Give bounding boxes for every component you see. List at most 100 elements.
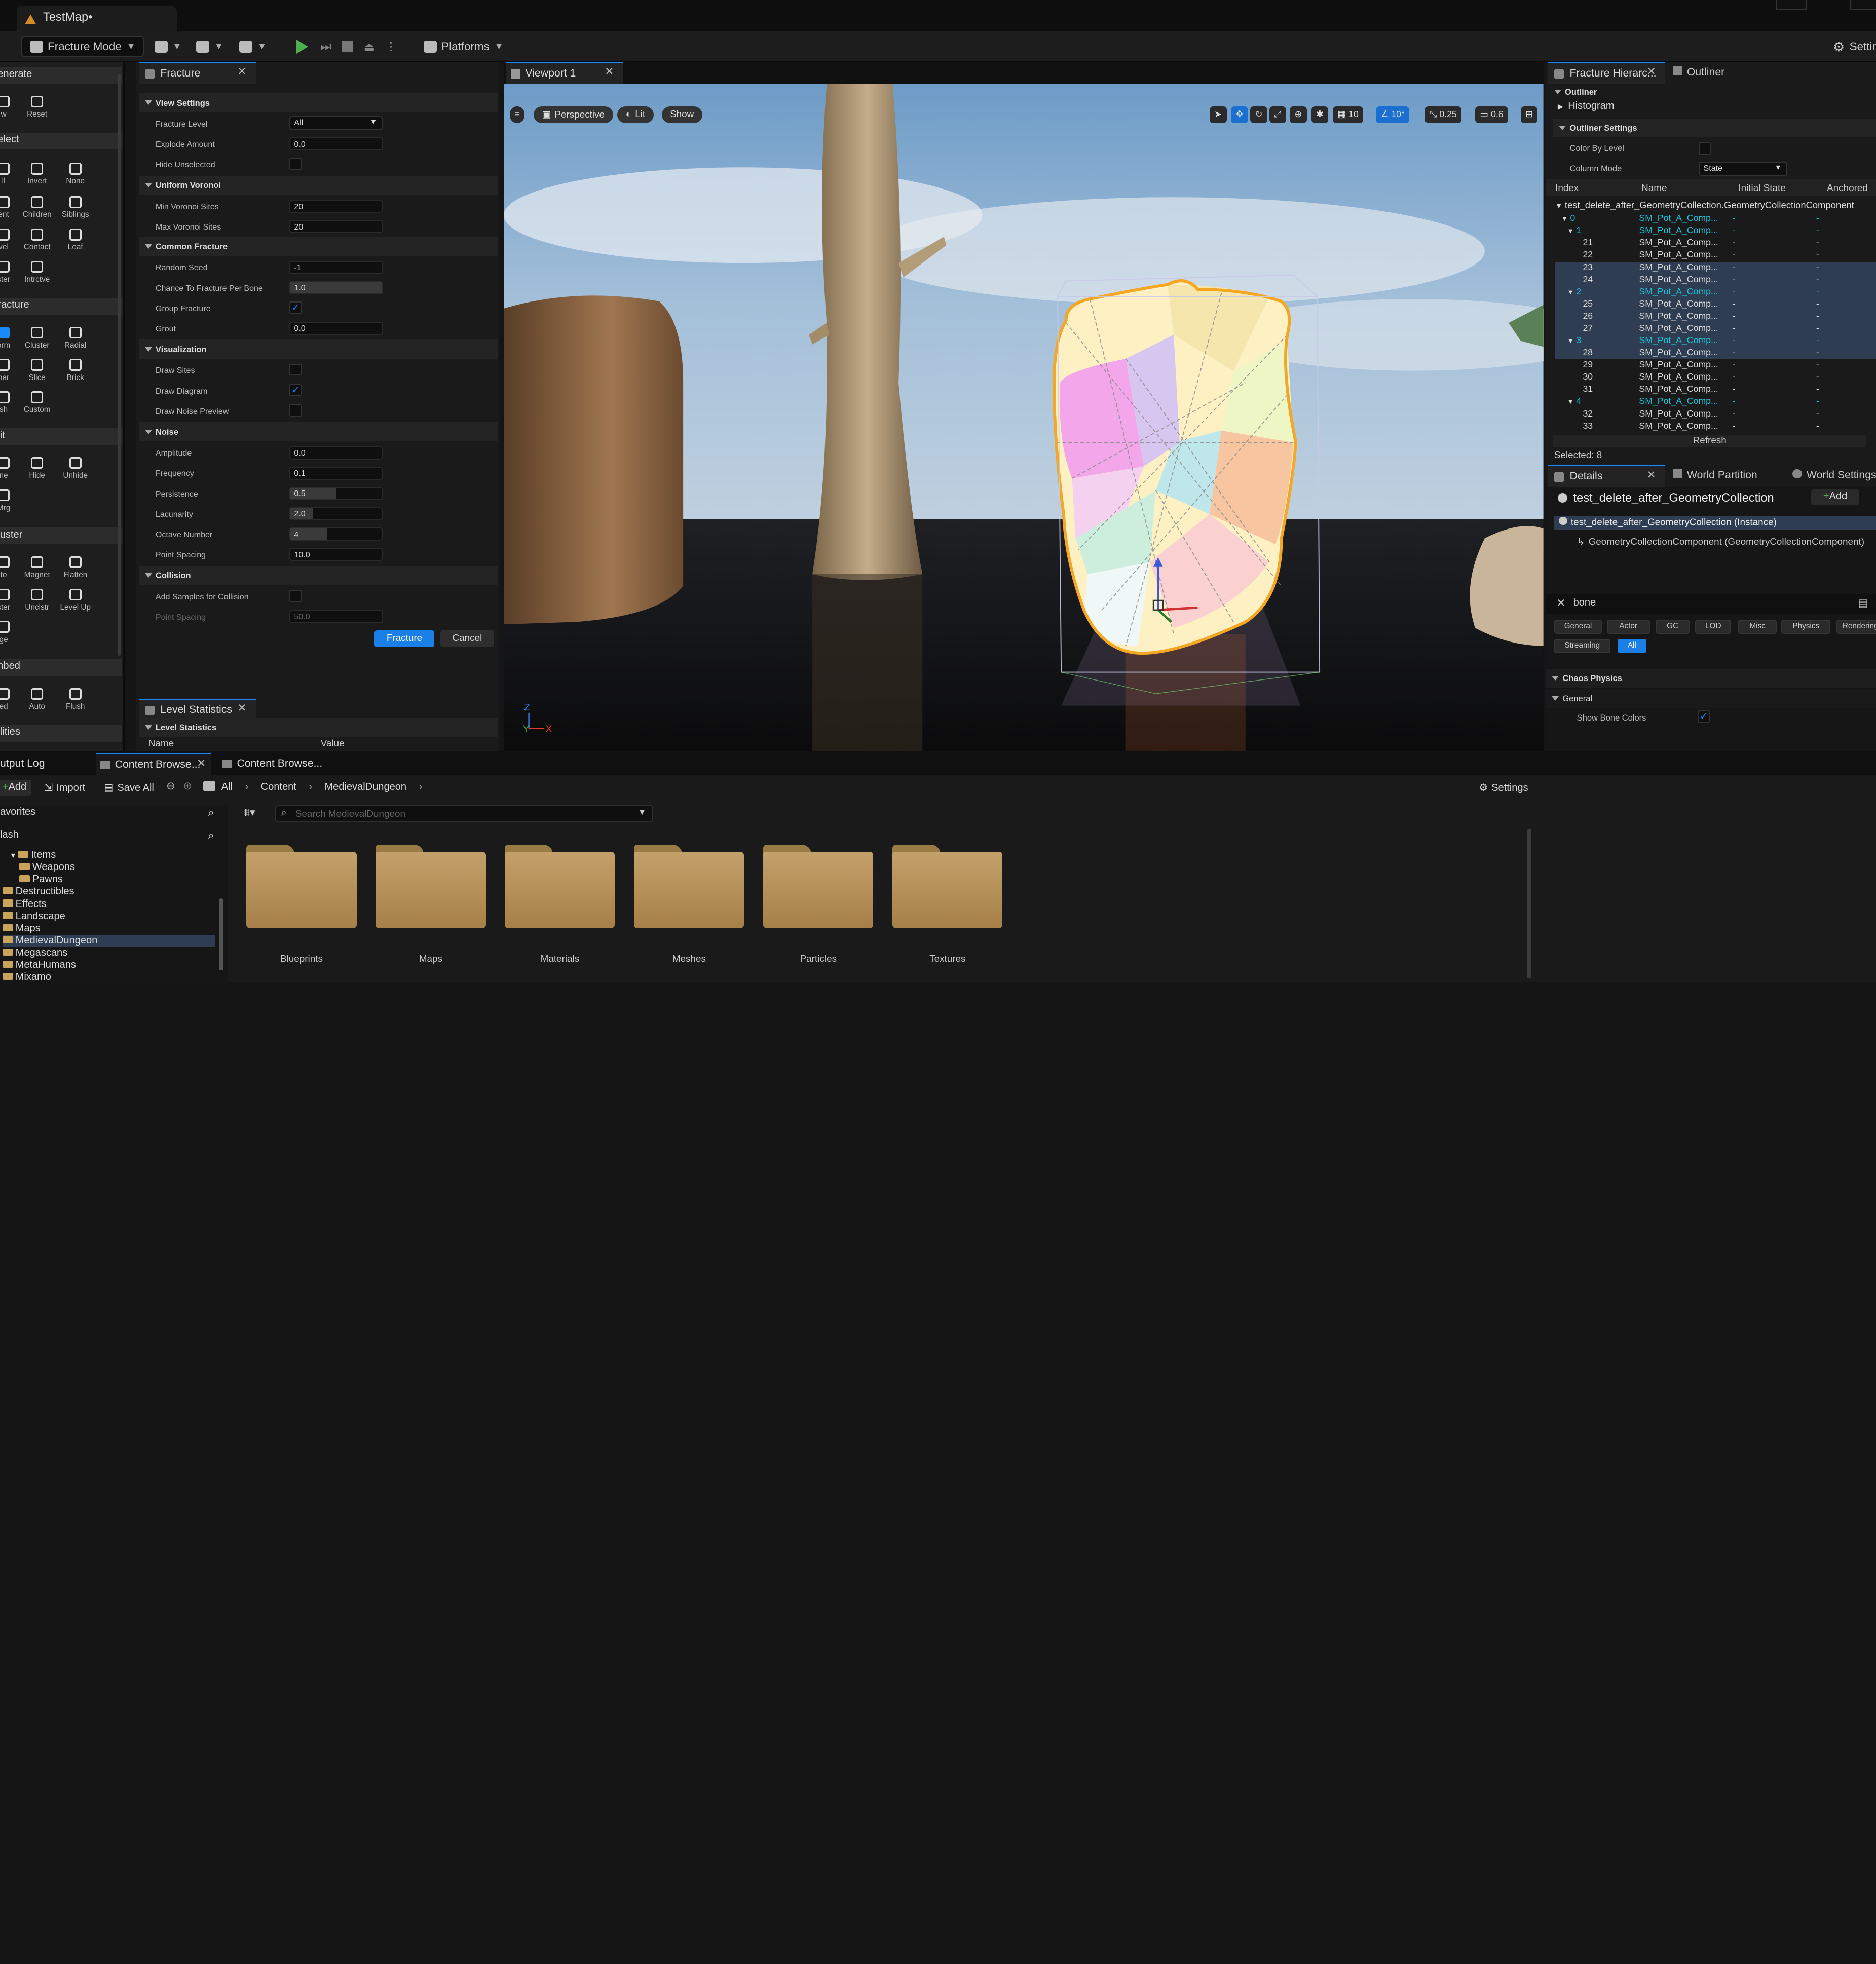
section-outliner[interactable]: Outliner (1548, 83, 1876, 102)
section-chaos-physics[interactable]: Chaos Physics (1546, 668, 1876, 688)
add-button[interactable]: +Add (0, 780, 31, 796)
hierarchy-row[interactable]: ▼ 2 SM_Pot_A_Comp... - - (1555, 286, 1876, 298)
assets-scrollbar[interactable] (1526, 829, 1531, 979)
fracture-button[interactable]: Fracture (374, 630, 434, 648)
section-noise[interactable]: Noise (138, 422, 498, 442)
outliner-tab[interactable]: Outliner (1672, 66, 1724, 79)
uniform-button[interactable]: orm (0, 326, 21, 350)
hierarchy-row[interactable]: 31 SM_Pot_A_Comp... - - (1555, 384, 1876, 396)
column-initial-state[interactable]: Initial State (1738, 183, 1785, 194)
cluster-button[interactable]: ster (0, 588, 21, 612)
level-up-button[interactable]: Level Up (57, 588, 93, 612)
world-settings-tab[interactable]: World Settings (1792, 469, 1876, 481)
section-visualization[interactable]: Visualization (138, 339, 498, 359)
show-bone-colors-checkbox[interactable]: ✓ (1698, 710, 1710, 723)
hierarchy-row[interactable]: ▼ 3 SM_Pot_A_Comp... - - (1555, 335, 1876, 348)
draw-diagram-checkbox[interactable]: ✓ (289, 384, 302, 396)
close-icon[interactable]: ✕ (605, 65, 614, 78)
histogram-row[interactable]: ▶ Histogram (1558, 100, 1615, 112)
tree-folder-item[interactable]: Maps (2, 923, 41, 935)
level-statistics-tab[interactable]: Level Statistics ✕ (138, 698, 256, 721)
children-button[interactable]: Children (19, 196, 55, 219)
settings-button[interactable]: ⚙ Settings (1828, 36, 1876, 57)
column-index[interactable]: Index (1555, 183, 1579, 194)
minimize-button[interactable] (1775, 0, 1807, 10)
column-mode-select[interactable]: State ▼ (1699, 161, 1788, 176)
leaf-button[interactable]: Leaf (57, 228, 93, 252)
content-settings-button[interactable]: ⚙ Settings (1479, 781, 1528, 794)
siblings-button[interactable]: Siblings (57, 196, 93, 219)
close-icon[interactable]: ✕ (1647, 65, 1656, 78)
hierarchy-row[interactable]: 24 SM_Pot_A_Comp... - - (1555, 274, 1876, 286)
uncluster-button[interactable]: Unclstr (19, 588, 55, 612)
camera-speed-button[interactable]: ▭ 0.6 (1475, 106, 1509, 124)
world-partition-tab[interactable]: World Partition (1672, 469, 1757, 481)
stop-button[interactable] (337, 36, 358, 57)
section-common-fracture[interactable]: Common Fracture (138, 237, 498, 256)
embed-button[interactable]: ed (0, 688, 21, 711)
filter-actor-button[interactable]: Actor (1606, 619, 1650, 634)
palette-section-select[interactable]: elect (0, 133, 122, 150)
add-actor-button[interactable]: ▼ (149, 36, 186, 57)
asset-folder[interactable] (376, 844, 486, 929)
tree-folder-item[interactable]: Mixamo (2, 971, 51, 982)
content-browser-tab-2[interactable]: Content Browse... (218, 753, 325, 775)
reset-button[interactable]: Reset (19, 95, 55, 119)
filter-misc-button[interactable]: Misc (1738, 619, 1777, 634)
filter-rendering-button[interactable]: Rendering (1836, 619, 1876, 634)
tree-folder-item[interactable]: Effects (2, 898, 47, 911)
viewport-tab[interactable]: Viewport 1 ✕ (506, 62, 624, 84)
close-icon[interactable]: ✕ (1647, 469, 1656, 481)
layout-button[interactable]: ⊞ (1520, 106, 1538, 124)
level-button[interactable]: vel (0, 228, 21, 252)
tree-folder-item[interactable]: Weapons (19, 861, 75, 874)
component-row-geometry[interactable]: ↳ GeometryCollectionComponent (GeometryCo… (1577, 536, 1876, 548)
lacunarity-slider[interactable]: 2.0 (289, 507, 383, 520)
hierarchy-root-row[interactable]: ▼ test_delete_after_GeometryCollection.Ge… (1555, 200, 1876, 211)
slice-button[interactable]: Slice (19, 359, 55, 382)
filter-gc-button[interactable]: GC (1656, 619, 1690, 634)
scale-snap-button[interactable]: ⤡ 0.25 (1424, 106, 1462, 124)
forward-button[interactable]: ⊕ (183, 780, 192, 792)
parent-button[interactable]: ent (0, 196, 21, 219)
select-none-button[interactable]: None (57, 163, 93, 186)
chance-to-fracture-input[interactable]: 1.0 (289, 281, 383, 294)
palette-section-embed[interactable]: nbed (0, 659, 122, 676)
lit-button[interactable]: ◐ Lit (617, 106, 654, 124)
auto-embed-button[interactable]: Auto (19, 688, 55, 711)
amplitude-input[interactable]: 0.0 (289, 446, 383, 460)
prune-button[interactable]: ne (0, 457, 21, 480)
hierarchy-row[interactable]: 29 SM_Pot_A_Comp... - - (1555, 359, 1876, 371)
eject-button[interactable]: ⏏ (359, 36, 380, 57)
hierarchy-row[interactable]: 26 SM_Pot_A_Comp... - - (1555, 310, 1876, 323)
favorites-header[interactable]: avorites ⌕ (0, 806, 228, 823)
brick-button[interactable]: Brick (57, 359, 93, 382)
hide-button[interactable]: Hide (19, 457, 55, 480)
asset-search-field[interactable]: ⌕ Search MedievalDungeon ▼ (275, 805, 654, 822)
filter-streaming-button[interactable]: Streaming (1554, 638, 1610, 654)
fracture-tab[interactable]: Fracture ✕ (138, 62, 256, 84)
hierarchy-row[interactable]: ▼ 0 SM_Pot_A_Comp... - - (1555, 213, 1876, 225)
tree-folder-item[interactable]: ▼ Items (10, 849, 56, 861)
platforms-dropdown[interactable]: Platforms ▼ (419, 36, 508, 57)
cluster-fracture-button[interactable]: Cluster (19, 326, 55, 350)
grid-view-icon[interactable]: ▤ (1858, 597, 1868, 610)
filter-general-button[interactable]: General (1554, 619, 1602, 634)
section-uniform-voronoi[interactable]: Uniform Voronoi (138, 176, 498, 195)
planar-button[interactable]: nar (0, 359, 21, 382)
palette-section-generate[interactable]: enerate (0, 67, 122, 84)
max-voronoi-input[interactable]: 20 (289, 220, 383, 234)
maximize-button[interactable] (1849, 0, 1876, 10)
custom-button[interactable]: Custom (19, 391, 55, 414)
rotation-snap-button[interactable]: ∠ 10° (1376, 106, 1410, 124)
palette-scrollbar[interactable] (118, 74, 122, 656)
cluster-select-button[interactable]: ster (0, 260, 21, 284)
add-samples-checkbox[interactable] (289, 589, 302, 602)
filter-icon[interactable]: ⩩▾ (244, 806, 255, 819)
explode-amount-input[interactable]: 0.0 (289, 137, 383, 151)
breadcrumb-content[interactable]: Content (261, 781, 296, 792)
refresh-button[interactable]: Refresh (1553, 435, 1866, 447)
play-options-button[interactable]: ⋮ (381, 36, 401, 57)
select-all-button[interactable]: ll (0, 163, 21, 186)
invert-button[interactable]: Invert (19, 163, 55, 186)
